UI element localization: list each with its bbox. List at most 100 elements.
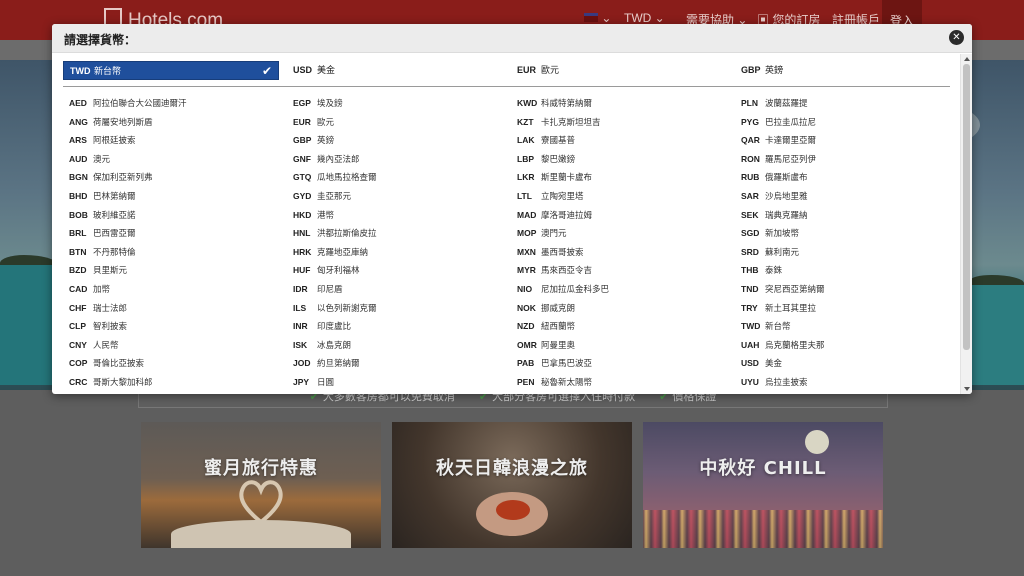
currency-option[interactable]: BTN 不丹那特倫 (63, 243, 279, 262)
currency-option[interactable]: CLP 智利披索 (63, 317, 279, 336)
currency-option[interactable]: BHD 巴林第納爾 (63, 187, 279, 206)
currency-option[interactable]: KZT 卡扎克斯坦坦吉 (511, 113, 727, 132)
currency-name: 俄羅斯盧布 (765, 173, 808, 184)
scroll-down-arrow-icon[interactable] (964, 387, 970, 391)
currency-option[interactable]: INR 印度盧比 (287, 317, 503, 336)
currency-option[interactable]: GNF 幾內亞法郎 (287, 150, 503, 169)
currency-option[interactable]: NZD 紐西蘭幣 (511, 317, 727, 336)
currency-option[interactable]: EUR 歐元 (287, 113, 503, 132)
currency-option[interactable]: MYR 馬來西亞令吉 (511, 261, 727, 280)
currency-option[interactable]: JPY 日圓 (287, 373, 503, 392)
currency-code: HNL (293, 228, 311, 239)
currency-code: SGD (741, 228, 760, 239)
currency-name: 哥斯大黎加科郎 (93, 377, 153, 388)
currency-option[interactable]: NOK 挪威克朗 (511, 299, 727, 318)
currency-option[interactable]: BZD 貝里斯元 (63, 261, 279, 280)
promo-card-midautumn[interactable]: 中秋好 CHILL (643, 422, 883, 548)
close-icon[interactable]: ✕ (949, 30, 964, 45)
currency-option[interactable]: LAK 寮國基普 (511, 131, 727, 150)
currency-option[interactable]: USD 美金 (735, 354, 951, 373)
currency-code: COP (69, 358, 88, 369)
currency-option[interactable]: ARS 阿根廷披索 (63, 131, 279, 150)
currency-option[interactable]: GYD 圭亞那元 (287, 187, 503, 206)
currency-option[interactable]: CHF 瑞士法郎 (63, 299, 279, 318)
currency-selector[interactable]: TWD ⌄ (624, 11, 665, 25)
currency-option[interactable]: CRC 哥斯大黎加科郎 (63, 373, 279, 392)
currency-option[interactable]: ANG 荷屬安地列斯盾 (63, 113, 279, 132)
currency-name: 新台幣 (765, 322, 791, 333)
currency-option[interactable]: HRK 克羅地亞庫納 (287, 243, 503, 262)
currency-option[interactable]: RUB 俄羅斯盧布 (735, 168, 951, 187)
currency-option[interactable]: LTL 立陶宛里塔 (511, 187, 727, 206)
currency-option[interactable]: EUR 歐元 (511, 61, 727, 80)
currency-name: 克羅地亞庫納 (317, 247, 369, 258)
currency-option[interactable]: KWD 科威特第納爾 (511, 94, 727, 113)
locale-selector[interactable]: ⌄ (584, 11, 611, 25)
currency-option[interactable]: UAH 烏克蘭格里夫那 (735, 336, 951, 355)
currency-code: QAR (741, 135, 760, 146)
currency-option[interactable]: LKR 斯里蘭卡盧布 (511, 168, 727, 187)
currency-option[interactable]: BGN 保加利亞新列弗 (63, 168, 279, 187)
currency-name: 烏拉圭披索 (765, 377, 808, 388)
currency-option[interactable]: SRD 蘇利南元 (735, 243, 951, 262)
modal-scrollbar[interactable] (960, 54, 972, 394)
currency-option[interactable]: AED 阿拉伯聯合大公國迪爾汗 (63, 94, 279, 113)
currency-option[interactable]: TWD 新台幣 (735, 317, 951, 336)
currency-option-selected[interactable]: TWD 新台幣 ✔ (63, 61, 279, 80)
currency-option[interactable]: HNL 洪都拉斯倫皮拉 (287, 224, 503, 243)
currency-option[interactable]: CNY 人民幣 (63, 336, 279, 355)
modal-title: 請選擇貨幣： (64, 33, 137, 47)
currency-column: KWD 科威特第納爾 KZT 卡扎克斯坦坦吉 LAK 寮國基普 LBP 黎巴嫩鎊 LKR 斯里蘭卡… (511, 94, 727, 392)
currency-column: PLN 波蘭茲羅提 PYG 巴拉圭瓜拉尼 QAR 卡達爾里亞爾 RON 羅馬尼亞列伊 RUB 俄羅… (735, 94, 951, 392)
currency-option[interactable]: EGP 埃及鎊 (287, 94, 503, 113)
currency-option[interactable]: PLN 波蘭茲羅提 (735, 94, 951, 113)
promo-card-honeymoon[interactable]: 蜜月旅行特惠 (141, 422, 381, 548)
promo-card-autumn[interactable]: 秋天日韓浪漫之旅 (392, 422, 632, 548)
currency-name: 新台幣 (94, 67, 122, 77)
scrollbar-thumb[interactable] (963, 64, 970, 350)
currency-option[interactable]: PYG 巴拉圭瓜拉尼 (735, 113, 951, 132)
currency-option[interactable]: LBP 黎巴嫩鎊 (511, 150, 727, 169)
currency-option[interactable]: BOB 玻利維亞諾 (63, 206, 279, 225)
currency-code: JOD (293, 358, 311, 369)
currency-option[interactable]: GBP 英鎊 (735, 61, 951, 80)
currency-option[interactable]: GTQ 瓜地馬拉格查爾 (287, 168, 503, 187)
currency-option[interactable]: UYU 烏拉圭披索 (735, 373, 951, 392)
currency-option[interactable]: SEK 瑞典克羅納 (735, 206, 951, 225)
currency-option[interactable]: SGD 新加坡幣 (735, 224, 951, 243)
currency-option[interactable]: COP 哥倫比亞披索 (63, 354, 279, 373)
currency-option[interactable]: ISK 冰島克朗 (287, 336, 503, 355)
currency-option[interactable]: CAD 加幣 (63, 280, 279, 299)
currency-option[interactable]: GBP 英鎊 (287, 131, 503, 150)
currency-code: ANG (69, 116, 88, 127)
currency-option[interactable]: TRY 新土耳其里拉 (735, 299, 951, 318)
currency-option[interactable]: ILS 以色列新謝克爾 (287, 299, 503, 318)
currency-option[interactable]: HUF 匈牙利福林 (287, 261, 503, 280)
scroll-up-arrow-icon[interactable] (964, 57, 970, 61)
currency-option[interactable]: USD 美金 (287, 61, 503, 80)
currency-option[interactable]: OMR 阿曼里奧 (511, 336, 727, 355)
currency-option[interactable]: HKD 港幣 (287, 206, 503, 225)
currency-code: LKR (517, 172, 535, 183)
currency-option[interactable]: MXN 墨西哥披索 (511, 243, 727, 262)
currency-option[interactable]: JOD 約旦第納爾 (287, 354, 503, 373)
promo-card-title: 秋天日韓浪漫之旅 (436, 458, 588, 479)
currency-name: 阿拉伯聯合大公國迪爾汗 (93, 99, 187, 109)
currency-option[interactable]: RON 羅馬尼亞列伊 (735, 150, 951, 169)
currency-option[interactable]: MOP 澳門元 (511, 224, 727, 243)
currency-option[interactable]: AUD 澳元 (63, 150, 279, 169)
currency-option[interactable]: MAD 摩洛哥迪拉姆 (511, 206, 727, 225)
currency-name: 巴拿馬巴波亞 (541, 359, 593, 370)
currency-option[interactable]: THB 泰銖 (735, 261, 951, 280)
currency-name: 日圓 (317, 377, 335, 388)
currency-option[interactable]: NIO 尼加拉瓜金科多巴 (511, 280, 727, 299)
currency-option[interactable]: QAR 卡達爾里亞爾 (735, 131, 951, 150)
currency-name: 約旦第納爾 (317, 359, 360, 370)
currency-option[interactable]: TND 突尼西亞第納爾 (735, 280, 951, 299)
currency-option[interactable]: PEN 秘魯新太陽幣 (511, 373, 727, 392)
currency-name: 匈牙利福林 (317, 266, 360, 277)
currency-option[interactable]: BRL 巴西雷亞爾 (63, 224, 279, 243)
currency-option[interactable]: SAR 沙烏地里雅 (735, 187, 951, 206)
currency-option[interactable]: IDR 印尼盾 (287, 280, 503, 299)
currency-option[interactable]: PAB 巴拿馬巴波亞 (511, 354, 727, 373)
